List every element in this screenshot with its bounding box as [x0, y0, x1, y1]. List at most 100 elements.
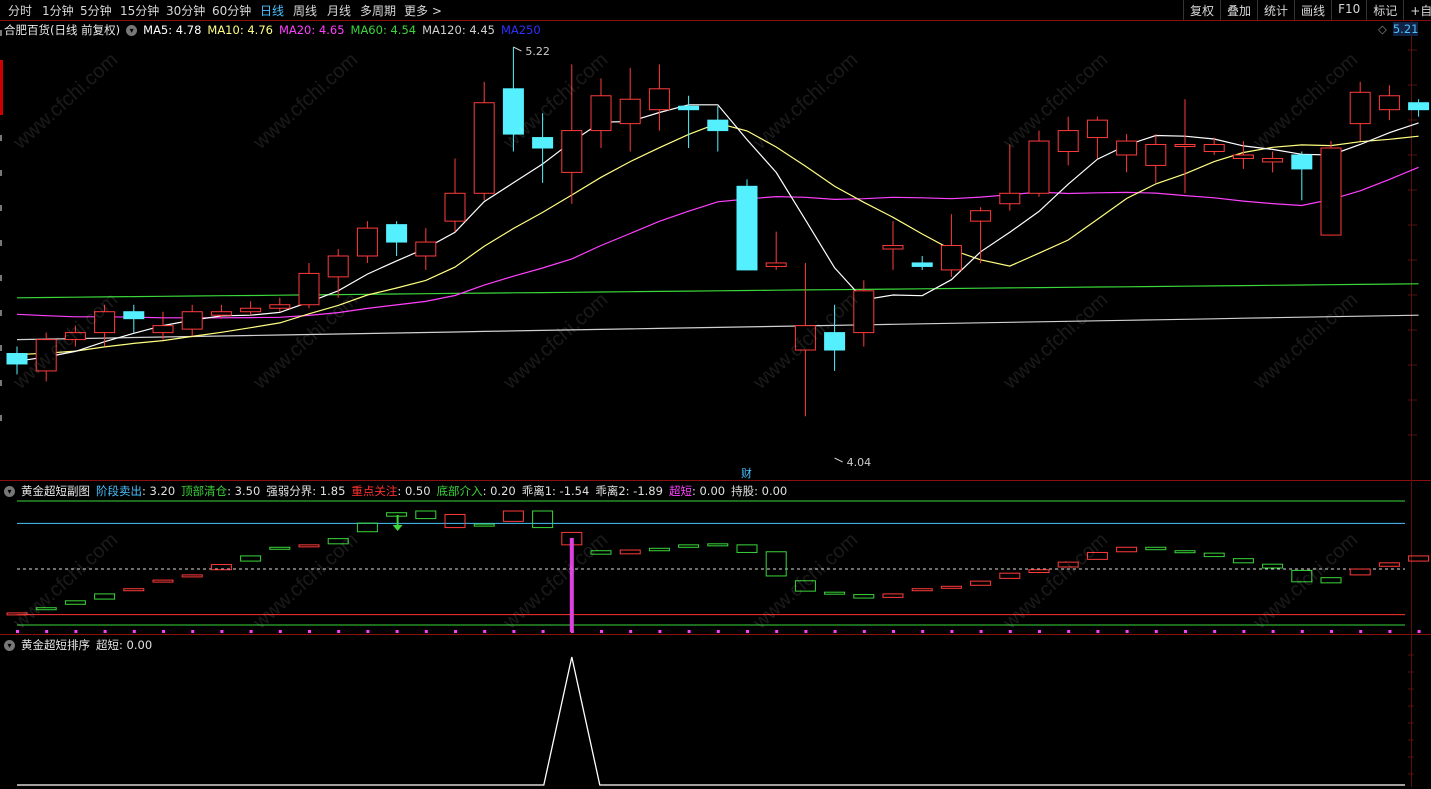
dot-marker: [1330, 630, 1333, 633]
dot-marker: [892, 630, 895, 633]
dot-marker: [132, 630, 136, 633]
candle-body: [1408, 102, 1430, 111]
sub1-box: [619, 549, 641, 555]
candle-body: [386, 224, 408, 243]
candle-body: [1086, 119, 1108, 139]
dot-marker: [746, 630, 749, 633]
dot-marker: [804, 630, 808, 633]
candle-body: [1349, 91, 1371, 125]
left-axis-tick: [0, 275, 2, 281]
ma10-line: [16, 122, 1419, 356]
candle-body: [1291, 154, 1313, 170]
dot-marker: [1271, 630, 1275, 633]
candle-body: [1320, 147, 1342, 236]
candle-body: [473, 102, 495, 194]
candle-body: [940, 245, 962, 271]
sub1-box: [1378, 562, 1400, 567]
sub1-box: [1116, 546, 1138, 553]
candle-body: [561, 130, 583, 173]
candle-body: [853, 290, 875, 334]
sub1-box: [64, 600, 86, 605]
sub1-box: [882, 593, 904, 598]
dot-marker: [16, 630, 19, 633]
dot-marker: [1213, 630, 1217, 633]
low-pointer: [834, 457, 843, 463]
candle-body: [765, 262, 787, 267]
dot-marker: [220, 630, 224, 633]
sub1-box: [707, 543, 729, 547]
left-axis-tick: [0, 380, 2, 386]
dot-marker: [424, 630, 428, 633]
sort-line: [17, 656, 1405, 786]
sub1-box: [911, 588, 933, 592]
left-axis-tick: [0, 415, 2, 421]
left-axis-tick: [0, 310, 2, 316]
dot-marker: [629, 630, 633, 633]
sub1-box: [1145, 546, 1167, 551]
dot-marker: [658, 630, 662, 633]
dot-marker: [103, 630, 107, 633]
dot-marker: [337, 630, 341, 633]
left-axis-tick: [0, 170, 2, 176]
sub1-box: [356, 522, 378, 533]
candle-body: [240, 307, 262, 313]
dot-marker: [366, 630, 370, 633]
dot-marker: [1242, 630, 1246, 633]
candle-body: [678, 105, 700, 111]
dot-marker: [1300, 630, 1304, 633]
dot-marker: [775, 630, 779, 633]
dot-marker: [921, 630, 925, 633]
sub1-box: [940, 585, 962, 589]
sub1-box: [94, 593, 116, 600]
dot-marker: [483, 630, 487, 633]
dot-marker: [1417, 630, 1421, 633]
candle-body: [444, 192, 466, 222]
candle-body: [123, 311, 145, 320]
dot-marker: [600, 630, 603, 633]
dot-marker: [1184, 630, 1187, 633]
candle-body: [181, 311, 203, 330]
sub1-box: [1349, 568, 1371, 576]
candle-body: [152, 325, 174, 334]
sub1-box: [1028, 569, 1050, 573]
dot-marker: [716, 630, 720, 633]
dot-marker: [1096, 630, 1100, 633]
left-axis-tick: [0, 240, 2, 246]
finance-marker: 财: [741, 466, 752, 480]
dot-marker: [454, 630, 457, 633]
candle-body: [1262, 157, 1284, 163]
dot-marker: [395, 630, 399, 633]
dot-marker: [1359, 630, 1363, 633]
left-axis-tick: [0, 205, 2, 211]
sub1-box: [678, 544, 700, 548]
candle-body: [999, 192, 1021, 205]
sub1-box: [473, 523, 495, 527]
sub1-box: [765, 551, 787, 577]
sub1-box: [181, 574, 203, 578]
kline-chart[interactable]: 5.22 4.04 财: [0, 0, 1431, 789]
sub1-box: [853, 594, 875, 599]
candle-body: [269, 304, 291, 309]
dot-marker: [862, 630, 866, 633]
sub1-box: [240, 555, 262, 562]
left-axis-tick: [0, 135, 2, 141]
left-axis-tick: [0, 345, 2, 351]
sub1-box: [444, 513, 466, 529]
sub1-box: [1174, 550, 1196, 554]
high-price-label: 5.22: [525, 45, 550, 58]
candle-body: [1057, 130, 1079, 152]
high-pointer: [513, 46, 522, 52]
dot-marker: [1038, 630, 1041, 633]
candle-body: [736, 185, 758, 271]
sub1-box: [1408, 555, 1430, 562]
candle-body: [590, 95, 612, 132]
ma60-line: [16, 283, 1419, 299]
sub1-box: [152, 579, 174, 583]
candle-body: [619, 98, 641, 125]
candle-body: [1232, 154, 1254, 159]
candle-body: [648, 88, 670, 111]
sub1-box: [970, 580, 992, 586]
candle-body: [210, 311, 232, 316]
dot-marker: [1388, 630, 1392, 633]
dot-marker: [45, 630, 49, 633]
